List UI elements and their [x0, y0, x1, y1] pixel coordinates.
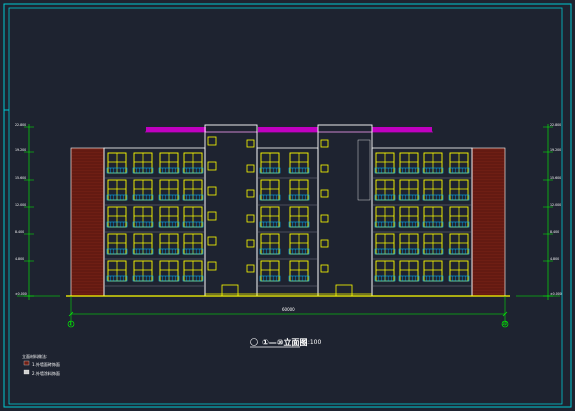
- tower-window: [207, 136, 217, 146]
- roof-parapet: [146, 127, 206, 132]
- level-mark-label: 12.000: [15, 203, 26, 207]
- roof-parapet: [372, 127, 432, 132]
- legend-swatch: [23, 360, 30, 366]
- level-mark-label: ±0.000: [15, 292, 27, 296]
- tower-window: [207, 261, 217, 271]
- tower-window: [320, 214, 329, 223]
- drawing-scale: 1:100: [304, 339, 322, 346]
- tower-window: [207, 236, 217, 246]
- legend-item: 1.外墙面砖饰面: [32, 362, 60, 367]
- legend-item: 2.外墙涂料饰面: [32, 371, 60, 376]
- cad-drawing-canvas[interactable]: 22.800 19.200 15.600 12.000 8.400 4.800 ±0.000…: [0, 0, 575, 411]
- level-mark-label: 19.200: [550, 148, 561, 152]
- tower-window: [320, 189, 329, 198]
- level-mark-label: 15.600: [15, 176, 26, 180]
- roof-parapet: [258, 127, 318, 132]
- tower-window: [207, 161, 217, 171]
- tower-window: [246, 214, 255, 223]
- tower-opening: [357, 139, 371, 201]
- tower-window: [207, 211, 217, 221]
- tower-window: [320, 139, 329, 148]
- level-mark-label: 22.800: [15, 123, 26, 127]
- axis-label-right: 10: [502, 321, 508, 326]
- tower-window: [246, 264, 255, 273]
- level-mark-label: 8.400: [550, 230, 559, 234]
- tower-window: [207, 186, 217, 196]
- drawing-title: ①—⑩立面图: [262, 338, 308, 347]
- tower-window: [320, 264, 329, 273]
- tower-window: [320, 239, 329, 248]
- level-mark-label: 4.800: [15, 257, 24, 261]
- overall-dimension-text: 60000: [282, 307, 295, 312]
- level-mark-label: 22.800: [550, 123, 561, 127]
- tower-window: [320, 164, 329, 173]
- axis-label-left: 1: [69, 321, 72, 326]
- level-mark-label: 15.600: [550, 176, 561, 180]
- tower-window: [246, 164, 255, 173]
- legend-title: 立面材料做法:: [22, 354, 48, 359]
- tower-window: [246, 189, 255, 198]
- elevation-drawing: 22.800 19.200 15.600 12.000 8.400 4.800 ±0.000…: [3, 3, 572, 408]
- title-bubble: [250, 338, 258, 346]
- tower-window: [246, 239, 255, 248]
- stair-tower: [317, 124, 373, 297]
- level-mark-label: 8.400: [15, 230, 24, 234]
- legend-swatch: [23, 369, 30, 375]
- level-mark-label: ±0.000: [550, 292, 562, 296]
- level-mark-label: 12.000: [550, 203, 561, 207]
- tower-window: [246, 139, 255, 148]
- level-mark-label: 4.800: [550, 257, 559, 261]
- level-mark-label: 19.200: [15, 148, 26, 152]
